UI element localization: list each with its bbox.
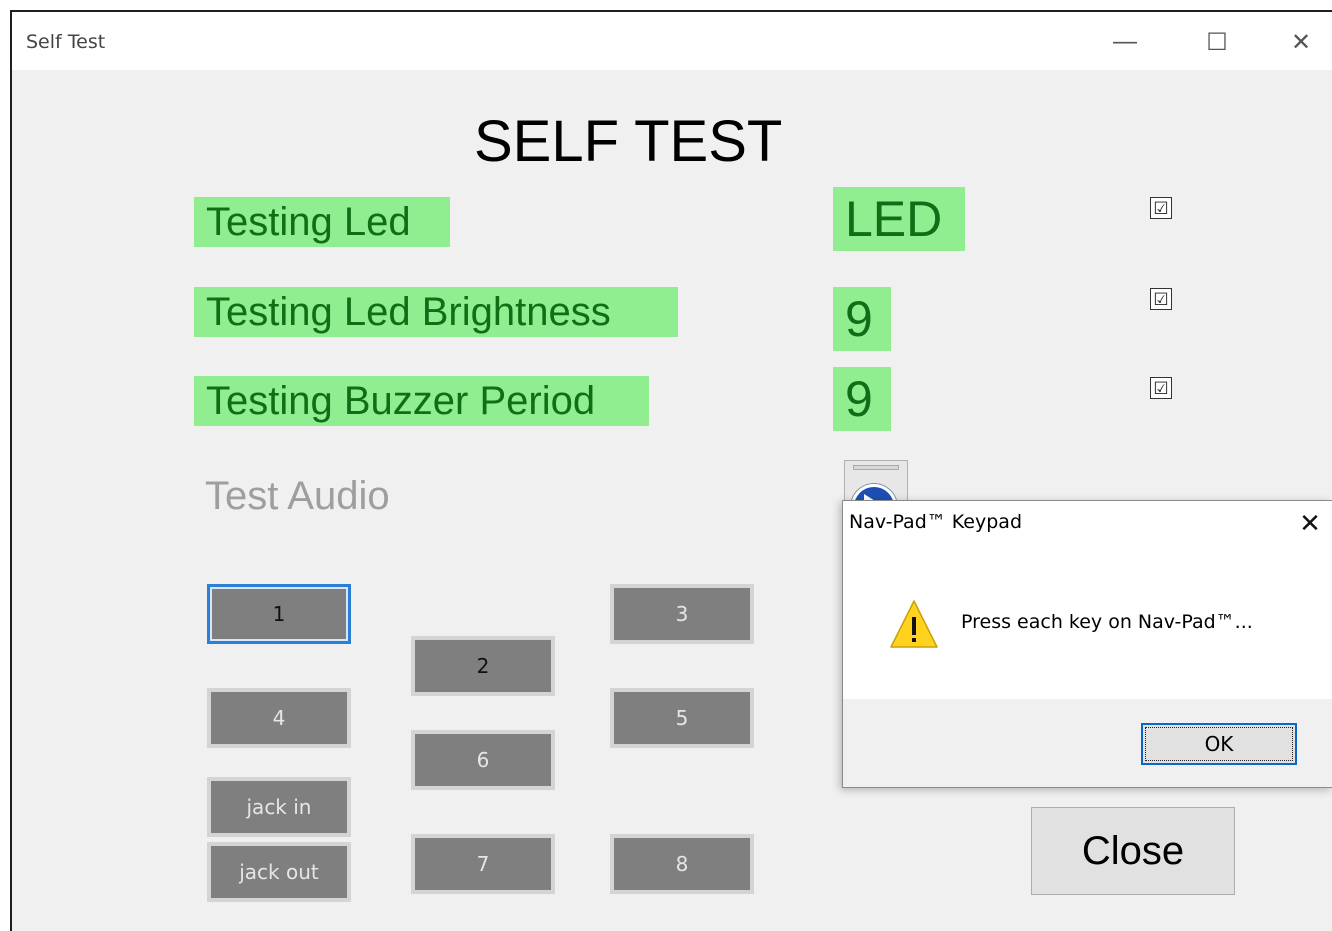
window-title: Self Test	[26, 31, 106, 53]
key-button-8[interactable]: 8	[610, 834, 754, 894]
close-icon: ✕	[1299, 507, 1321, 538]
key-button-4[interactable]: 4	[207, 688, 351, 748]
dialog-close-button[interactable]: ✕	[1290, 505, 1330, 541]
test-led-checkbox[interactable]: ☑	[1150, 197, 1172, 219]
ok-button[interactable]: OK	[1141, 723, 1297, 765]
maximize-button[interactable]: ☐	[1192, 22, 1242, 62]
title-bar: Self Test — ☐ ✕	[12, 12, 1332, 70]
minimize-icon: —	[1113, 28, 1137, 55]
maximize-icon: ☐	[1206, 28, 1228, 56]
key-button-jack-in[interactable]: jack in	[207, 777, 351, 837]
test-led-brightness-checkbox[interactable]: ☑	[1150, 288, 1172, 310]
test-led-value: LED	[833, 187, 965, 251]
key-button-1[interactable]: 1	[207, 584, 351, 644]
dialog-message: Press each key on Nav-Pad™...	[961, 611, 1253, 633]
test-audio-label: Test Audio	[205, 474, 390, 518]
key-button-3[interactable]: 3	[610, 584, 754, 644]
close-button[interactable]: Close	[1031, 807, 1235, 895]
test-buzzer-period-checkbox[interactable]: ☑	[1150, 377, 1172, 399]
button-top-bar	[853, 465, 899, 470]
page-title: SELF TEST	[474, 109, 783, 174]
minimize-button[interactable]: —	[1100, 22, 1150, 62]
key-button-jack-out[interactable]: jack out	[207, 842, 351, 902]
test-buzzer-period-value: 9	[833, 367, 891, 431]
message-dialog: Nav-Pad™ Keypad ✕ Press each key on Nav-…	[842, 500, 1332, 788]
close-icon: ✕	[1290, 28, 1312, 56]
key-button-6[interactable]: 6	[411, 730, 555, 790]
key-button-5[interactable]: 5	[610, 688, 754, 748]
test-led-brightness-label: Testing Led Brightness	[194, 287, 678, 337]
test-led-brightness-value: 9	[833, 287, 891, 351]
key-button-7[interactable]: 7	[411, 834, 555, 894]
key-button-2[interactable]: 2	[411, 636, 555, 696]
warning-icon	[890, 600, 938, 648]
test-buzzer-period-label: Testing Buzzer Period	[194, 376, 649, 426]
dialog-title: Nav-Pad™ Keypad	[849, 511, 1023, 533]
test-led-label: Testing Led	[194, 197, 450, 247]
window-close-button[interactable]: ✕	[1276, 22, 1326, 62]
self-test-window: Self Test — ☐ ✕ SELF TEST Testing Led LE…	[10, 10, 1332, 931]
